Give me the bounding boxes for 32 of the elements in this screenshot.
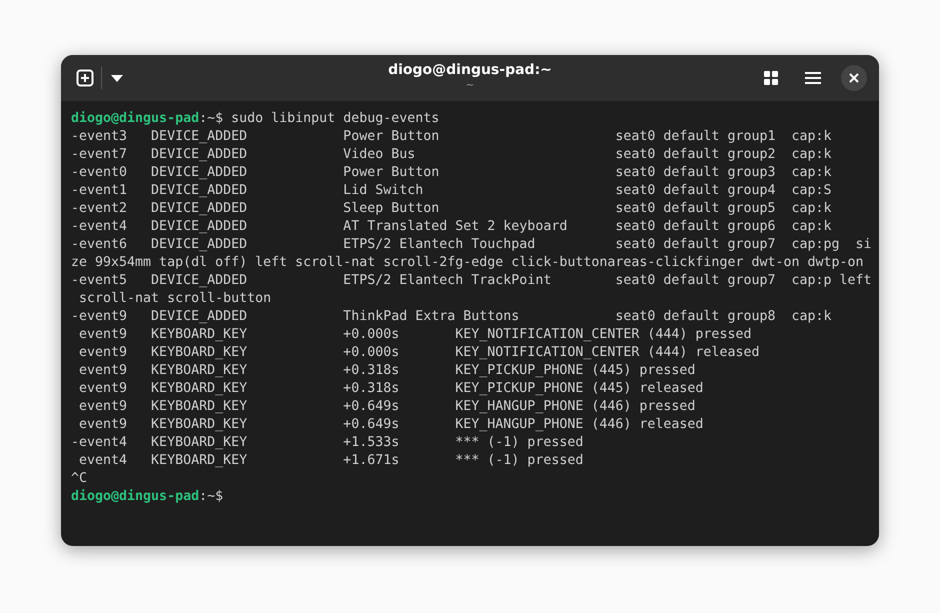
- menu-icon: [805, 72, 821, 84]
- output-line: -event1 DEVICE_ADDED Lid Switch seat0 default group4 cap:S: [71, 182, 832, 200]
- output-line: -event9 DEVICE_ADDED ThinkPad Extra Buttons seat0 default group8 cap:k: [71, 308, 832, 326]
- output-line: ^C: [71, 470, 88, 488]
- prompt-user-host: diogo@dingus-pad: [71, 110, 200, 128]
- caret-icon: [111, 74, 123, 82]
- output-line: event9 KEYBOARD_KEY +0.649s KEY_HANGUP_PHONE (446) pressed: [78, 398, 696, 416]
- output-line: ze 99x54mm tap(dl off) left scroll-nat scroll-2fg-edge click-buttonareas-clickfinger dwt-on dwtp-on: [71, 254, 864, 272]
- output-line: -event4 DEVICE_ADDED AT Translated Set 2 keyboard seat0 default group6 cap:k: [71, 218, 832, 236]
- output-line: -event4 KEYBOARD_KEY +1.533s *** (-1) pressed: [71, 434, 584, 452]
- output-line: event9 KEYBOARD_KEY +0.000s KEY_NOTIFICATION_CENTER (444) released: [78, 344, 760, 362]
- output-line: scroll-nat scroll-button: [78, 290, 272, 308]
- output-line: -event2 DEVICE_ADDED Sleep Button seat0 default group5 cap:k: [71, 200, 832, 218]
- prompt-user-host: diogo@dingus-pad: [71, 488, 200, 506]
- output-line: event9 KEYBOARD_KEY +0.318s KEY_PICKUP_PHONE (445) pressed: [78, 362, 696, 380]
- new-tab-icon: [76, 69, 94, 87]
- prompt-command: :~$: [199, 488, 224, 506]
- window-subtitle: ~: [466, 80, 474, 92]
- window-title: diogo@dingus-pad:~: [388, 61, 552, 80]
- close-button[interactable]: [841, 65, 867, 91]
- output-line: -event6 DEVICE_ADDED ETPS/2 Elantech Touchpad seat0 default group7 cap:pg si: [71, 236, 872, 254]
- output-line: -event5 DEVICE_ADDED ETPS/2 Elantech TrackPoint seat0 default group7 cap:p left: [71, 272, 872, 290]
- grid-icon: [764, 71, 778, 85]
- output-line: -event7 DEVICE_ADDED Video Bus seat0 default group2 cap:k: [71, 146, 832, 164]
- output-line: -event3 DEVICE_ADDED Power Button seat0 default group1 cap:k: [71, 128, 832, 146]
- close-icon: [849, 73, 859, 83]
- prompt-command: :~$ sudo libinput debug-events: [199, 110, 440, 128]
- output-line: event4 KEYBOARD_KEY +1.671s *** (-1) pressed: [78, 452, 584, 470]
- output-line: -event0 DEVICE_ADDED Power Button seat0 default group3 cap:k: [71, 164, 832, 182]
- output-line: event9 KEYBOARD_KEY +0.318s KEY_PICKUP_PHONE (445) released: [78, 380, 704, 398]
- output-line: event9 KEYBOARD_KEY +0.000s KEY_NOTIFICATION_CENTER (444) pressed: [78, 326, 752, 344]
- output-line: event9 KEYBOARD_KEY +0.649s KEY_HANGUP_PHONE (446) released: [78, 416, 704, 434]
